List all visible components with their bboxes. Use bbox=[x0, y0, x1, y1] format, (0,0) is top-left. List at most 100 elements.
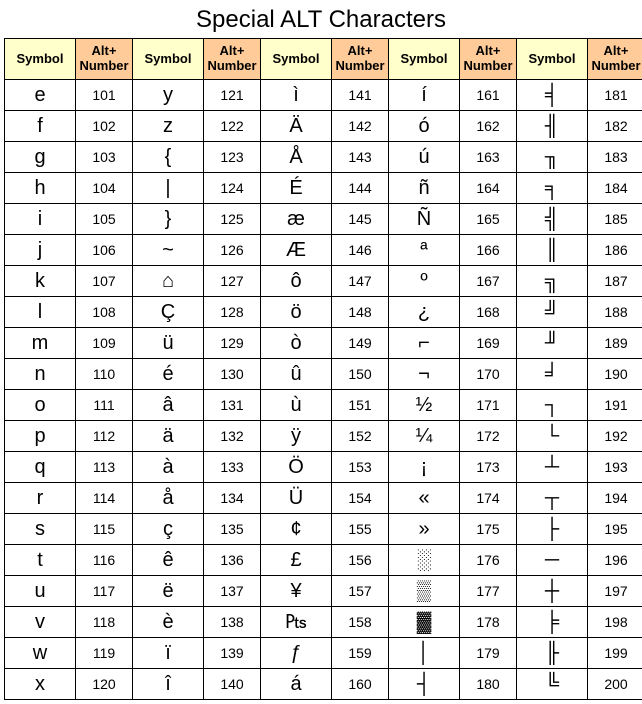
alt-number-cell: 126 bbox=[204, 235, 261, 266]
symbol-cell: ¥ bbox=[261, 576, 332, 607]
alt-number-cell: 121 bbox=[204, 80, 261, 111]
symbol-cell: ┼ bbox=[517, 576, 588, 607]
symbol-cell: ─ bbox=[517, 545, 588, 576]
alt-number-cell: 184 bbox=[588, 173, 642, 204]
symbol-cell: í bbox=[389, 80, 460, 111]
symbol-cell: w bbox=[5, 638, 76, 669]
symbol-cell: ƒ bbox=[261, 638, 332, 669]
symbol-cell: è bbox=[133, 607, 204, 638]
alt-number-cell: 113 bbox=[76, 452, 133, 483]
symbol-cell: ½ bbox=[389, 390, 460, 421]
header-symbol: Symbol bbox=[5, 39, 76, 80]
header-alt-number: Alt+Number bbox=[460, 39, 517, 80]
symbol-cell: £ bbox=[261, 545, 332, 576]
alt-number-cell: 106 bbox=[76, 235, 133, 266]
alt-number-cell: 159 bbox=[332, 638, 389, 669]
alt-number-cell: 137 bbox=[204, 576, 261, 607]
alt-number-cell: 124 bbox=[204, 173, 261, 204]
table-row: p112ä132ÿ152¼172└192 bbox=[5, 421, 642, 452]
alt-number-cell: 120 bbox=[76, 669, 133, 700]
alt-number-cell: 135 bbox=[204, 514, 261, 545]
symbol-cell: s bbox=[5, 514, 76, 545]
symbol-cell: ├ bbox=[517, 514, 588, 545]
alt-number-cell: 181 bbox=[588, 80, 642, 111]
symbol-cell: └ bbox=[517, 421, 588, 452]
alt-number-cell: 185 bbox=[588, 204, 642, 235]
symbol-cell: ▒ bbox=[389, 576, 460, 607]
symbol-cell: ö bbox=[261, 297, 332, 328]
alt-number-cell: 198 bbox=[588, 607, 642, 638]
alt-number-cell: 200 bbox=[588, 669, 642, 700]
alt-number-cell: 186 bbox=[588, 235, 642, 266]
symbol-cell: ª bbox=[389, 235, 460, 266]
alt-number-cell: 193 bbox=[588, 452, 642, 483]
table-row: i105}125æ145Ñ165╣185 bbox=[5, 204, 642, 235]
table-row: w119ï139ƒ159│179╟199 bbox=[5, 638, 642, 669]
symbol-cell: ç bbox=[133, 514, 204, 545]
symbol-cell: ¿ bbox=[389, 297, 460, 328]
table-row: o111â131ù151½171┐191 bbox=[5, 390, 642, 421]
symbol-cell: y bbox=[133, 80, 204, 111]
alt-number-cell: 160 bbox=[332, 669, 389, 700]
symbol-cell: q bbox=[5, 452, 76, 483]
symbol-cell: ⌂ bbox=[133, 266, 204, 297]
alt-number-cell: 173 bbox=[460, 452, 517, 483]
alt-number-cell: 199 bbox=[588, 638, 642, 669]
alt-number-cell: 103 bbox=[76, 142, 133, 173]
alt-number-cell: 161 bbox=[460, 80, 517, 111]
symbol-cell: f bbox=[5, 111, 76, 142]
alt-number-cell: 194 bbox=[588, 483, 642, 514]
alt-number-cell: 136 bbox=[204, 545, 261, 576]
alt-number-cell: 147 bbox=[332, 266, 389, 297]
alt-number-cell: 172 bbox=[460, 421, 517, 452]
symbol-cell: Ç bbox=[133, 297, 204, 328]
symbol-cell: « bbox=[389, 483, 460, 514]
symbol-cell: ¡ bbox=[389, 452, 460, 483]
table-row: f102z122Ä142ó162╢182 bbox=[5, 111, 642, 142]
symbol-cell: ë bbox=[133, 576, 204, 607]
alt-number-cell: 176 bbox=[460, 545, 517, 576]
alt-number-cell: 175 bbox=[460, 514, 517, 545]
table-row: s115ç135¢155»175├195 bbox=[5, 514, 642, 545]
alt-number-cell: 162 bbox=[460, 111, 517, 142]
symbol-cell: ╟ bbox=[517, 638, 588, 669]
header-alt-number: Alt+Number bbox=[332, 39, 389, 80]
alt-number-cell: 158 bbox=[332, 607, 389, 638]
table-row: u117ë137¥157▒177┼197 bbox=[5, 576, 642, 607]
symbol-cell: Ä bbox=[261, 111, 332, 142]
alt-number-cell: 164 bbox=[460, 173, 517, 204]
alt-number-cell: 119 bbox=[76, 638, 133, 669]
symbol-cell: e bbox=[5, 80, 76, 111]
table-row: g103{123Å143ú163╖183 bbox=[5, 142, 642, 173]
symbol-cell: m bbox=[5, 328, 76, 359]
header-symbol: Symbol bbox=[261, 39, 332, 80]
table-row: e101y121ì141í161╡181 bbox=[5, 80, 642, 111]
alt-number-cell: 131 bbox=[204, 390, 261, 421]
symbol-cell: ╣ bbox=[517, 204, 588, 235]
symbol-cell: ╖ bbox=[517, 142, 588, 173]
symbol-cell: î bbox=[133, 669, 204, 700]
alt-number-cell: 148 bbox=[332, 297, 389, 328]
alt-number-cell: 118 bbox=[76, 607, 133, 638]
symbol-cell: Ö bbox=[261, 452, 332, 483]
symbol-cell: ║ bbox=[517, 235, 588, 266]
symbol-cell: o bbox=[5, 390, 76, 421]
alt-number-cell: 107 bbox=[76, 266, 133, 297]
symbol-cell: ░ bbox=[389, 545, 460, 576]
table-row: n110é130û150¬170╛190 bbox=[5, 359, 642, 390]
symbol-cell: ┬ bbox=[517, 483, 588, 514]
symbol-cell: ü bbox=[133, 328, 204, 359]
symbol-cell: ô bbox=[261, 266, 332, 297]
symbol-cell: ò bbox=[261, 328, 332, 359]
symbol-cell: Æ bbox=[261, 235, 332, 266]
symbol-cell: ╡ bbox=[517, 80, 588, 111]
symbol-cell: ╜ bbox=[517, 328, 588, 359]
symbol-cell: ₧ bbox=[261, 607, 332, 638]
symbol-cell: ┤ bbox=[389, 669, 460, 700]
alt-number-cell: 101 bbox=[76, 80, 133, 111]
alt-number-cell: 141 bbox=[332, 80, 389, 111]
symbol-cell: n bbox=[5, 359, 76, 390]
symbol-cell: ╚ bbox=[517, 669, 588, 700]
symbol-cell: º bbox=[389, 266, 460, 297]
header-symbol: Symbol bbox=[389, 39, 460, 80]
